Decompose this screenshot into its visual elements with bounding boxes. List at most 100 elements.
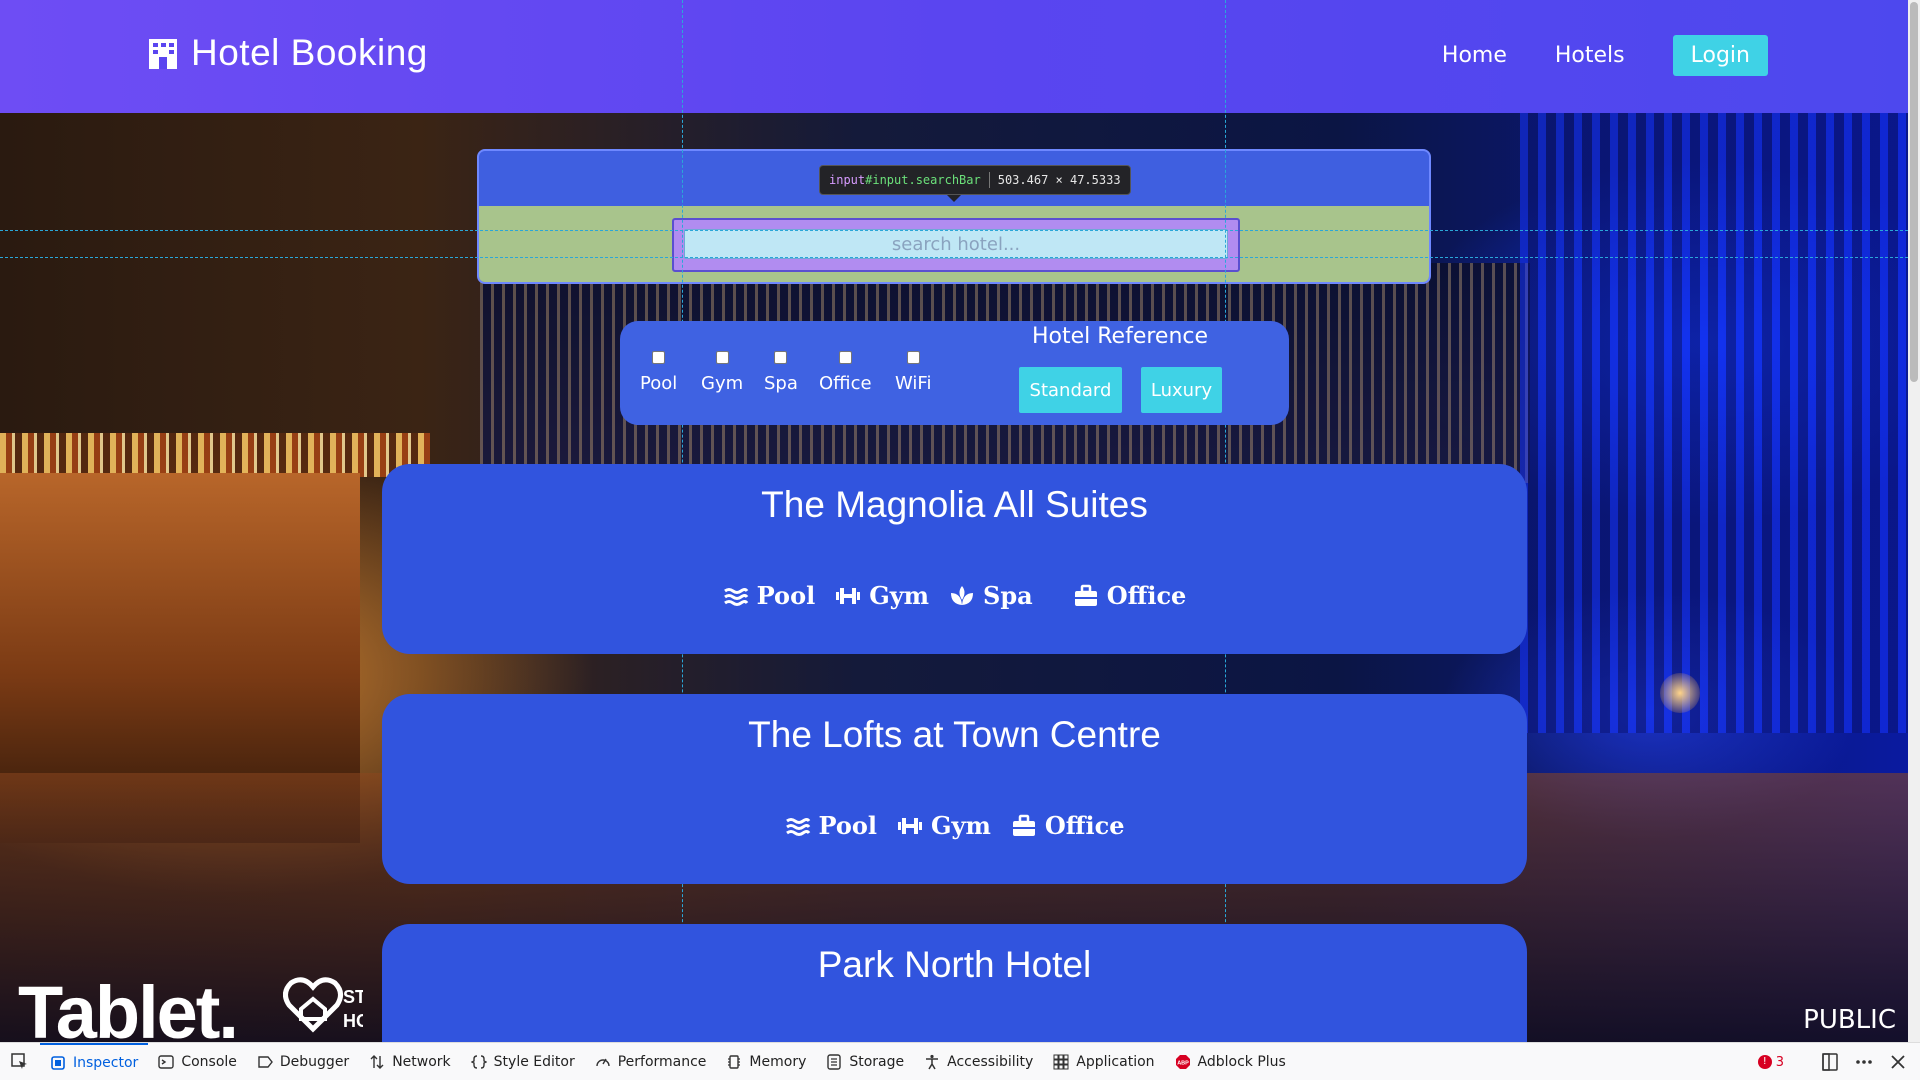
devtools-tab-debugger[interactable]: Debugger bbox=[247, 1043, 359, 1080]
feature-gym: Gym bbox=[897, 811, 991, 840]
hotel-reference-title: Hotel Reference bbox=[1031, 324, 1209, 349]
responsive-design-icon[interactable] bbox=[1820, 1052, 1840, 1072]
pool-waves-icon bbox=[723, 587, 748, 606]
spa-lotus-icon bbox=[951, 585, 974, 605]
briefcase-icon bbox=[1074, 584, 1097, 606]
storage-icon bbox=[827, 1053, 842, 1070]
inspector-guide-bottom bbox=[0, 257, 1908, 258]
accessibility-icon bbox=[926, 1054, 939, 1069]
tab-label: Network bbox=[392, 1053, 451, 1070]
amenity-label: Spa bbox=[764, 373, 798, 394]
devtools-tab-inspector[interactable]: Inspector bbox=[40, 1042, 149, 1080]
amenity-filter-office[interactable]: Office bbox=[819, 351, 872, 394]
tab-label: Debugger bbox=[279, 1053, 350, 1070]
tab-label: Application bbox=[1076, 1053, 1155, 1070]
hotel-card[interactable]: The Magnolia All Suites Pool Gym Spa Off… bbox=[382, 464, 1527, 654]
scrollbar-thumb[interactable] bbox=[1910, 2, 1918, 382]
tab-label: Storage bbox=[849, 1053, 905, 1070]
devtools-right-controls: ! 3 bbox=[1757, 1043, 1908, 1080]
hotel-building-icon bbox=[149, 39, 177, 69]
devtools-tab-application[interactable]: Application bbox=[1043, 1043, 1164, 1080]
checkbox[interactable] bbox=[838, 351, 852, 364]
inspector-guide-top bbox=[0, 230, 1908, 231]
login-button[interactable]: Login bbox=[1672, 35, 1768, 76]
amenity-filter-gym[interactable]: Gym bbox=[701, 351, 743, 394]
tab-label: Adblock Plus bbox=[1197, 1053, 1286, 1070]
luxury-button[interactable]: Luxury bbox=[1141, 367, 1222, 413]
error-count: 3 bbox=[1775, 1054, 1784, 1070]
devtools-tab-network[interactable]: Network bbox=[359, 1043, 460, 1080]
network-icon bbox=[370, 1054, 384, 1069]
checkbox[interactable] bbox=[715, 351, 729, 364]
inspector-icon bbox=[51, 1055, 65, 1070]
feature-label: Spa bbox=[983, 581, 1033, 610]
feature-office: Office bbox=[1073, 581, 1186, 610]
amenity-filter-spa[interactable]: Spa bbox=[764, 351, 798, 394]
feature-label: Gym bbox=[869, 581, 930, 610]
amenity-filter-wifi[interactable]: WiFi bbox=[895, 351, 931, 394]
checkbox[interactable] bbox=[774, 351, 788, 364]
feature-label: Pool bbox=[756, 581, 816, 610]
devtools-tab-accessibility[interactable]: Accessibility bbox=[914, 1043, 1043, 1080]
devtools-tab-adblock-plus[interactable]: ABP Adblock Plus bbox=[1165, 1043, 1296, 1080]
element-picker-icon bbox=[11, 1052, 27, 1069]
heart-home-logo-icon: ST HO bbox=[283, 977, 363, 1033]
svg-text:ABP: ABP bbox=[1177, 1060, 1189, 1066]
amenity-label: Gym bbox=[701, 373, 744, 394]
error-icon: ! bbox=[1757, 1055, 1772, 1069]
adblock-plus-icon: ABP bbox=[1175, 1054, 1190, 1069]
devtools-tab-memory[interactable]: Memory bbox=[716, 1043, 816, 1080]
tab-label: Inspector bbox=[73, 1054, 139, 1071]
more-options-icon[interactable] bbox=[1854, 1052, 1874, 1072]
devtools-tab-storage[interactable]: Storage bbox=[816, 1043, 914, 1080]
checkbox[interactable] bbox=[906, 351, 920, 364]
style-editor-icon bbox=[470, 1054, 487, 1069]
close-icon[interactable] bbox=[1888, 1052, 1908, 1072]
pool-waves-icon bbox=[785, 817, 810, 836]
checkbox[interactable] bbox=[652, 351, 666, 364]
feature-label: Gym bbox=[931, 811, 991, 840]
top-navbar: Hotel Booking Home Hotels Login bbox=[0, 0, 1908, 113]
console-icon bbox=[158, 1054, 175, 1069]
bar-bottle-shelf bbox=[0, 433, 430, 477]
candle-light bbox=[1660, 673, 1700, 713]
brand[interactable]: Hotel Booking bbox=[147, 32, 428, 74]
nav-home[interactable]: Home bbox=[1442, 43, 1507, 68]
tooltip-size: 503.467 × 47.5333 bbox=[997, 173, 1121, 187]
tooltip-arrow bbox=[947, 195, 961, 202]
performance-icon bbox=[596, 1058, 610, 1066]
amenity-label: WiFi bbox=[895, 373, 932, 394]
hotel-features: Pool Gym Office bbox=[382, 811, 1527, 840]
element-picker-button[interactable] bbox=[0, 1043, 40, 1080]
nav-hotels[interactable]: Hotels bbox=[1555, 43, 1625, 68]
feature-pool: Pool bbox=[785, 811, 877, 840]
application-grid-icon bbox=[1053, 1054, 1069, 1069]
feature-spa: Spa bbox=[949, 581, 1033, 610]
inspector-tooltip: input #input.searchBar 503.467 × 47.5333 bbox=[819, 165, 1131, 195]
page-scrollbar[interactable] bbox=[1908, 0, 1920, 1042]
amenity-label: Pool bbox=[640, 373, 678, 394]
hotel-card[interactable]: The Lofts at Town Centre Pool Gym Office bbox=[382, 694, 1527, 884]
tab-label: Accessibility bbox=[947, 1053, 1034, 1070]
error-count-badge[interactable]: ! 3 bbox=[1757, 1054, 1784, 1070]
svg-text:HO: HO bbox=[343, 1011, 363, 1031]
hotel-name: Park North Hotel bbox=[817, 944, 1092, 985]
svg-text:ST: ST bbox=[343, 987, 363, 1007]
amenity-label: Office bbox=[819, 373, 872, 394]
blue-curtain bbox=[1520, 113, 1908, 733]
standard-button[interactable]: Standard bbox=[1019, 367, 1122, 413]
amenity-filter-pool[interactable]: Pool bbox=[640, 351, 677, 394]
hotel-card[interactable]: Park North Hotel bbox=[382, 924, 1527, 1042]
devtools-tab-style-editor[interactable]: Style Editor bbox=[461, 1043, 585, 1080]
main-nav: Home Hotels Login bbox=[1442, 35, 1768, 76]
filter-panel: Pool Gym Spa Office WiFi Hotel Reference… bbox=[620, 321, 1289, 425]
devtools-toolbar: Inspector Console Debugger Network Style… bbox=[0, 1042, 1920, 1080]
devtools-tab-console[interactable]: Console bbox=[148, 1043, 247, 1080]
search-input[interactable] bbox=[684, 229, 1228, 259]
feature-office: Office bbox=[1011, 811, 1125, 840]
dumbbell-icon bbox=[898, 817, 923, 834]
devtools-tab-performance[interactable]: Performance bbox=[585, 1043, 717, 1080]
tab-label: Performance bbox=[617, 1053, 707, 1070]
tooltip-selector: #input.searchBar bbox=[865, 173, 981, 187]
tab-label: Style Editor bbox=[493, 1053, 575, 1070]
